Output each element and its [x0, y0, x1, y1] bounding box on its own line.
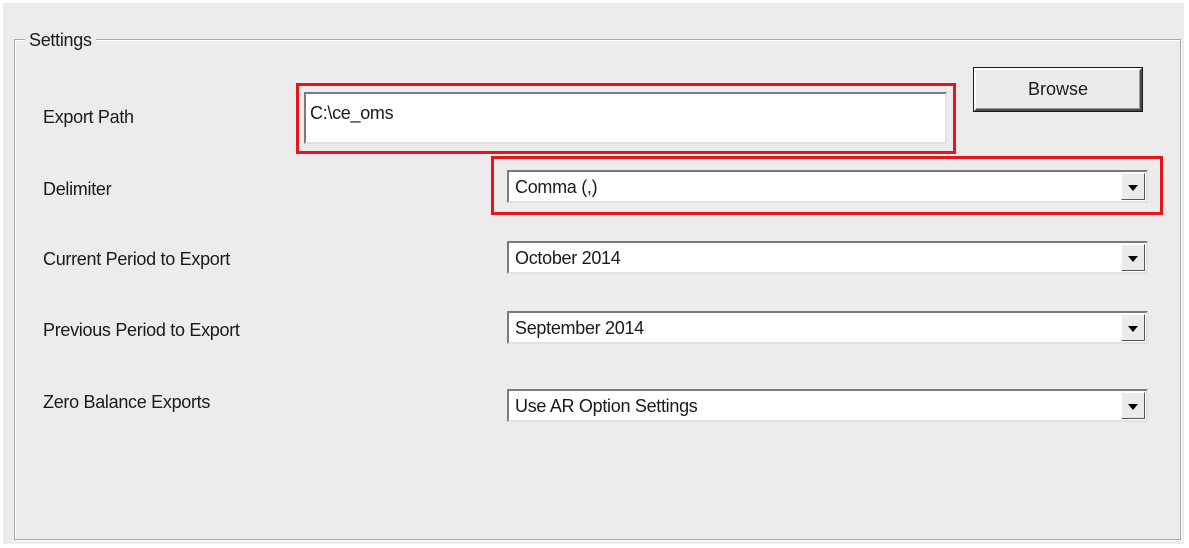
current-period-dropdown-button[interactable]: [1121, 244, 1145, 271]
zero-balance-value: Use AR Option Settings: [515, 396, 698, 416]
zero-balance-select[interactable]: Use AR Option Settings: [507, 389, 1148, 422]
current-period-select[interactable]: October 2014: [507, 241, 1148, 274]
browse-button[interactable]: Browse: [974, 68, 1142, 111]
previous-period-dropdown-button[interactable]: [1121, 314, 1145, 341]
zero-balance-label: Zero Balance Exports: [43, 392, 211, 412]
chevron-down-icon: [1128, 403, 1138, 410]
chevron-down-icon: [1128, 255, 1138, 262]
chevron-down-icon: [1128, 325, 1138, 332]
current-period-value: October 2014: [515, 248, 621, 268]
current-period-label: Current Period to Export: [43, 249, 230, 269]
delimiter-value: Comma (,): [515, 177, 598, 197]
zero-balance-dropdown-button[interactable]: [1121, 392, 1145, 419]
export-path-label: Export Path: [43, 107, 134, 127]
delimiter-dropdown-button[interactable]: [1121, 173, 1145, 200]
delimiter-label: Delimiter: [43, 179, 112, 199]
previous-period-label: Previous Period to Export: [43, 320, 240, 340]
delimiter-select[interactable]: Comma (,): [507, 170, 1148, 203]
chevron-down-icon: [1128, 184, 1138, 191]
export-path-input[interactable]: C:\ce_oms: [304, 92, 947, 144]
previous-period-select[interactable]: September 2014: [507, 311, 1148, 344]
previous-period-value: September 2014: [515, 318, 644, 338]
settings-group-title: Settings: [25, 29, 96, 51]
